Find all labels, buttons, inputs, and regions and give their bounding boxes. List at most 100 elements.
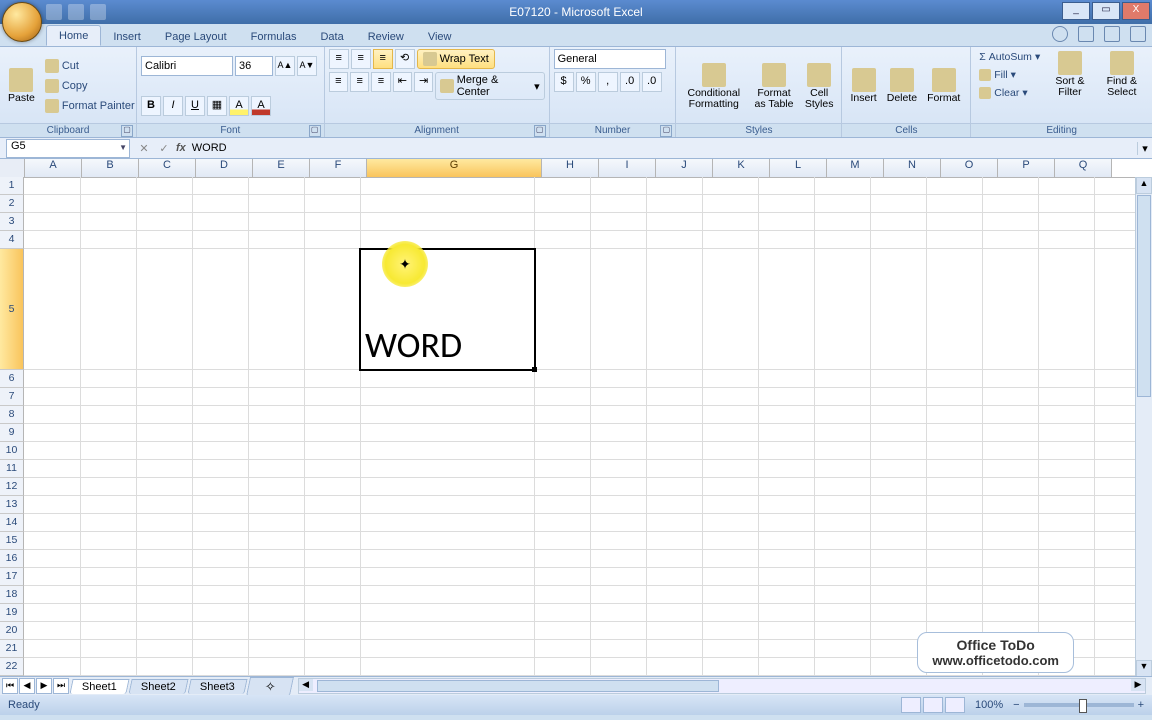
col-header-B[interactable]: B xyxy=(82,159,139,177)
view-layout-button[interactable] xyxy=(923,697,943,713)
scroll-up-button[interactable]: ▲ xyxy=(1136,177,1152,194)
row-header-7[interactable]: 7 xyxy=(0,388,24,406)
tab-view[interactable]: View xyxy=(416,27,464,46)
cut-button[interactable]: Cut xyxy=(41,57,139,75)
qat-redo-icon[interactable] xyxy=(90,4,106,20)
row-header-3[interactable]: 3 xyxy=(0,213,24,231)
insert-cell-button[interactable]: Insert xyxy=(846,66,880,106)
row-header-15[interactable]: 15 xyxy=(0,532,24,550)
dialog-launcher-icon[interactable]: ▢ xyxy=(534,125,546,137)
format-cell-button[interactable]: Format xyxy=(923,66,964,106)
fill-button[interactable]: Fill ▾ xyxy=(975,67,1044,83)
row-header-12[interactable]: 12 xyxy=(0,478,24,496)
row-header-11[interactable]: 11 xyxy=(0,460,24,478)
format-painter-button[interactable]: Format Painter xyxy=(41,97,139,115)
restore-workbook-icon[interactable] xyxy=(1104,26,1120,42)
row-header-8[interactable]: 8 xyxy=(0,406,24,424)
dialog-launcher-icon[interactable]: ▢ xyxy=(660,125,672,137)
cell-styles-button[interactable]: Cell Styles xyxy=(801,61,838,112)
wrap-text-button[interactable]: Wrap Text xyxy=(417,49,495,69)
col-header-K[interactable]: K xyxy=(713,159,770,177)
zoom-in-button[interactable]: + xyxy=(1138,699,1144,711)
chevron-down-icon[interactable]: ▼ xyxy=(119,143,127,152)
new-sheet-button[interactable]: ✧ xyxy=(246,677,294,696)
inc-decimal-button[interactable]: .0 xyxy=(620,72,640,92)
font-name-input[interactable] xyxy=(141,56,233,76)
tab-insert[interactable]: Insert xyxy=(101,27,153,46)
currency-button[interactable]: $ xyxy=(554,72,574,92)
sheet-nav-last[interactable]: ⏭ xyxy=(53,678,69,694)
align-middle-button[interactable]: ≡ xyxy=(351,49,371,69)
minimize-button[interactable]: _ xyxy=(1062,2,1090,20)
col-header-F[interactable]: F xyxy=(310,159,367,177)
scroll-right-button[interactable]: ▶ xyxy=(1131,679,1145,691)
hscroll-thumb[interactable] xyxy=(317,680,719,692)
align-bottom-button[interactable]: ≡ xyxy=(373,49,393,69)
scroll-left-button[interactable]: ◀ xyxy=(299,679,313,691)
number-format-select[interactable] xyxy=(554,49,666,69)
col-header-N[interactable]: N xyxy=(884,159,941,177)
row-header-6[interactable]: 6 xyxy=(0,370,24,388)
sort-filter-button[interactable]: Sort & Filter xyxy=(1046,49,1093,100)
merge-center-button[interactable]: Merge & Center ▾ xyxy=(435,72,544,100)
bold-button[interactable]: B xyxy=(141,96,161,116)
tab-home[interactable]: Home xyxy=(46,25,101,46)
cancel-formula-button[interactable]: ✕ xyxy=(136,142,152,155)
row-header-9[interactable]: 9 xyxy=(0,424,24,442)
row-header-19[interactable]: 19 xyxy=(0,604,24,622)
min-ribbon-icon[interactable] xyxy=(1078,26,1094,42)
tab-formulas[interactable]: Formulas xyxy=(239,27,309,46)
border-button[interactable]: ▦ xyxy=(207,96,227,116)
align-center-button[interactable]: ≡ xyxy=(350,72,369,92)
italic-button[interactable]: I xyxy=(163,96,183,116)
view-normal-button[interactable] xyxy=(901,697,921,713)
comma-button[interactable]: , xyxy=(598,72,618,92)
formula-input[interactable]: WORD xyxy=(186,142,1137,154)
row-header-18[interactable]: 18 xyxy=(0,586,24,604)
zoom-level[interactable]: 100% xyxy=(975,699,1003,711)
maximize-button[interactable]: ▭ xyxy=(1092,2,1120,20)
row-header-4[interactable]: 4 xyxy=(0,231,24,249)
sheet-tab-2[interactable]: Sheet2 xyxy=(128,679,188,694)
font-color-button[interactable]: A xyxy=(251,96,271,116)
close-workbook-icon[interactable] xyxy=(1130,26,1146,42)
font-size-input[interactable] xyxy=(235,56,273,76)
name-box[interactable]: G5▼ xyxy=(6,139,130,158)
col-header-P[interactable]: P xyxy=(998,159,1055,177)
row-header-14[interactable]: 14 xyxy=(0,514,24,532)
zoom-thumb[interactable] xyxy=(1079,699,1087,713)
row-header-5[interactable]: 5 xyxy=(0,249,24,370)
row-header-10[interactable]: 10 xyxy=(0,442,24,460)
office-button[interactable] xyxy=(2,2,42,42)
row-header-2[interactable]: 2 xyxy=(0,195,24,213)
qat-undo-icon[interactable] xyxy=(68,4,84,20)
tab-page-layout[interactable]: Page Layout xyxy=(153,27,239,46)
col-header-J[interactable]: J xyxy=(656,159,713,177)
tab-review[interactable]: Review xyxy=(356,27,416,46)
close-button[interactable]: X xyxy=(1122,2,1150,20)
accept-formula-button[interactable]: ✓ xyxy=(156,142,172,155)
dialog-launcher-icon[interactable]: ▢ xyxy=(121,125,133,137)
align-top-button[interactable]: ≡ xyxy=(329,49,349,69)
select-all-corner[interactable] xyxy=(0,159,25,177)
delete-cell-button[interactable]: Delete xyxy=(883,66,921,106)
col-header-E[interactable]: E xyxy=(253,159,310,177)
fx-icon[interactable]: fx xyxy=(176,142,186,154)
zoom-slider[interactable] xyxy=(1024,703,1134,707)
fill-color-button[interactable]: A xyxy=(229,96,249,116)
vscroll-thumb[interactable] xyxy=(1137,195,1151,397)
worksheet-grid[interactable]: ABCDEFGHIJKLMNOPQ 1234567891011121314151… xyxy=(0,159,1152,695)
scroll-down-button[interactable]: ▼ xyxy=(1136,660,1152,677)
dec-decimal-button[interactable]: .0 xyxy=(642,72,662,92)
percent-button[interactable]: % xyxy=(576,72,596,92)
qat-save-icon[interactable] xyxy=(46,4,62,20)
zoom-out-button[interactable]: − xyxy=(1013,699,1019,711)
col-header-C[interactable]: C xyxy=(139,159,196,177)
clear-button[interactable]: Clear ▾ xyxy=(975,85,1044,101)
sheet-tab-1[interactable]: Sheet1 xyxy=(69,679,129,694)
col-header-I[interactable]: I xyxy=(599,159,656,177)
align-left-button[interactable]: ≡ xyxy=(329,72,348,92)
row-header-16[interactable]: 16 xyxy=(0,550,24,568)
row-header-17[interactable]: 17 xyxy=(0,568,24,586)
orientation-button[interactable]: ⟲ xyxy=(395,49,415,69)
